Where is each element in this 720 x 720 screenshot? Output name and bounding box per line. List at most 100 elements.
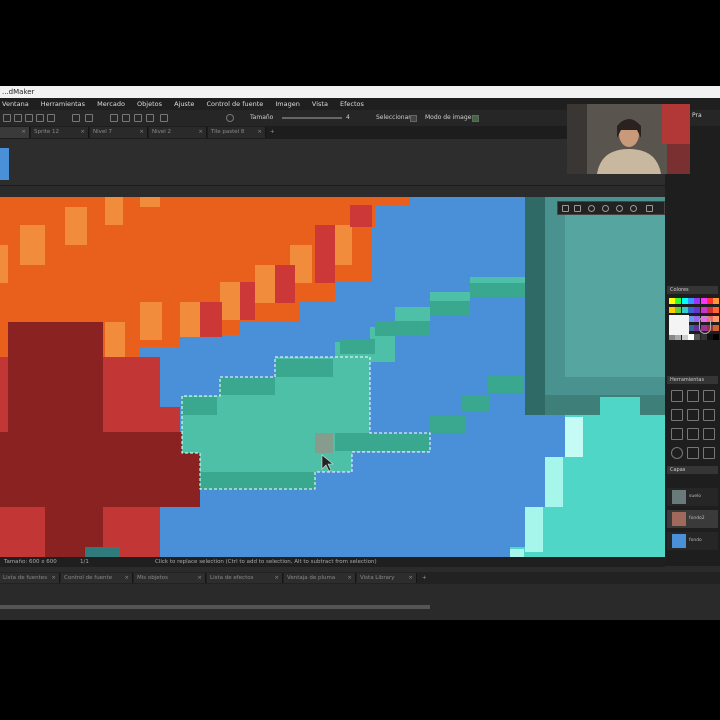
- color-swatch[interactable]: [706, 334, 713, 340]
- zoom-actual-icon[interactable]: [630, 205, 637, 212]
- select-icon[interactable]: [687, 428, 699, 440]
- close-icon[interactable]: ×: [139, 127, 144, 138]
- zoom-in-icon[interactable]: [110, 114, 118, 122]
- lasso-icon[interactable]: [14, 114, 22, 122]
- color-swatch[interactable]: [675, 307, 682, 313]
- color-swatch[interactable]: [675, 298, 682, 304]
- tab-tile[interactable]: Tile pastel 8 ×: [208, 127, 266, 138]
- close-icon[interactable]: ×: [274, 573, 279, 583]
- bottom-tab[interactable]: Lista de efectos ×: [207, 573, 283, 583]
- zoom-in-icon[interactable]: [588, 205, 595, 212]
- undo-icon[interactable]: [72, 114, 80, 122]
- close-icon[interactable]: ×: [124, 573, 129, 583]
- eraser-icon[interactable]: [687, 390, 699, 402]
- color-swatch[interactable]: [700, 298, 707, 304]
- close-icon[interactable]: ×: [21, 127, 26, 138]
- drawing-canvas[interactable]: [0, 197, 665, 557]
- menu-item[interactable]: Vista: [312, 100, 328, 108]
- color-swatch[interactable]: [713, 307, 720, 313]
- color-swatch[interactable]: [669, 298, 675, 304]
- grid-icon[interactable]: [160, 114, 168, 122]
- move-icon[interactable]: [687, 447, 699, 459]
- wrench-icon[interactable]: [226, 114, 234, 122]
- wand-icon[interactable]: [703, 428, 715, 440]
- color-swatch[interactable]: [681, 298, 688, 304]
- actual-size-icon[interactable]: [146, 114, 154, 122]
- bottom-tab[interactable]: Control de fuente ×: [61, 573, 133, 583]
- eyedropper-icon[interactable]: [671, 428, 683, 440]
- color-swatch[interactable]: [713, 316, 720, 322]
- color-swatch[interactable]: [700, 334, 707, 340]
- mode-checkbox[interactable]: [472, 115, 479, 122]
- transform-icon[interactable]: [703, 447, 715, 459]
- selection-checkbox[interactable]: [410, 115, 417, 122]
- color-swatch[interactable]: [694, 298, 701, 304]
- grid-icon[interactable]: [562, 205, 569, 212]
- menu-item[interactable]: Imagen: [275, 100, 299, 108]
- menu-item[interactable]: Ventana: [2, 100, 29, 108]
- bottom-tab[interactable]: Vista Library ×: [357, 573, 417, 583]
- color-swatch[interactable]: [713, 334, 720, 340]
- horizontal-scrollbar[interactable]: [0, 605, 430, 609]
- redo-icon[interactable]: [85, 114, 93, 122]
- close-icon[interactable]: ×: [197, 573, 202, 583]
- menu-item[interactable]: Efectos: [340, 100, 364, 108]
- size-value[interactable]: 4: [346, 110, 350, 126]
- fullscreen-icon[interactable]: [646, 205, 653, 212]
- size-slider[interactable]: [282, 117, 342, 119]
- crop-icon[interactable]: [36, 114, 44, 122]
- tab-nivel-7[interactable]: Nivel 7 ×: [90, 127, 148, 138]
- rect-select-icon[interactable]: [3, 114, 11, 122]
- color-swatch[interactable]: [694, 307, 701, 313]
- color-swatch[interactable]: [687, 307, 694, 313]
- close-icon[interactable]: ×: [80, 127, 85, 138]
- pixel-art[interactable]: [0, 197, 665, 557]
- new-tab-icon[interactable]: +: [270, 126, 275, 139]
- color-swatch[interactable]: [687, 298, 694, 304]
- tab-active[interactable]: ×: [0, 127, 30, 138]
- close-icon[interactable]: ×: [408, 573, 413, 583]
- color-swatch[interactable]: [706, 298, 713, 304]
- color-swatch[interactable]: [713, 325, 720, 331]
- zoom-out-icon[interactable]: [602, 205, 609, 212]
- color-swatch[interactable]: [713, 298, 720, 304]
- document-thumbnail[interactable]: [0, 148, 9, 180]
- magic-wand-icon[interactable]: [25, 114, 33, 122]
- bottom-tab[interactable]: Mis objetos ×: [134, 573, 206, 583]
- close-icon[interactable]: ×: [257, 127, 262, 138]
- new-tab-icon[interactable]: +: [422, 572, 427, 584]
- layer-name: fondo: [689, 538, 702, 543]
- menu-item[interactable]: Objetos: [137, 100, 162, 108]
- layer-item[interactable]: fondo2: [667, 510, 718, 528]
- bottom-tab[interactable]: Ventaja de pluma ×: [284, 573, 356, 583]
- rotate-icon[interactable]: [671, 447, 683, 459]
- zoom-out-icon[interactable]: [122, 114, 130, 122]
- color-swatch[interactable]: [681, 307, 688, 313]
- fit-icon[interactable]: [134, 114, 142, 122]
- menu-item[interactable]: Mercado: [97, 100, 125, 108]
- close-icon[interactable]: ×: [198, 127, 203, 138]
- color-swatch[interactable]: [694, 334, 701, 340]
- tab-nivel-2[interactable]: Nivel 2 ×: [149, 127, 207, 138]
- color-swatch[interactable]: [669, 307, 675, 313]
- primary-color[interactable]: [669, 315, 689, 335]
- layout-icon[interactable]: [574, 205, 581, 212]
- line-icon[interactable]: [703, 409, 715, 421]
- zoom-fit-icon[interactable]: [616, 205, 623, 212]
- pencil-icon[interactable]: [671, 390, 683, 402]
- fill-icon[interactable]: [671, 409, 683, 421]
- brush-icon[interactable]: [703, 390, 715, 402]
- tab-sprite[interactable]: Sprite 12 ×: [31, 127, 89, 138]
- bottom-tab[interactable]: Lista de fuentes ×: [0, 573, 60, 583]
- close-icon[interactable]: ×: [347, 573, 352, 583]
- menu-item[interactable]: Control de fuente: [206, 100, 263, 108]
- color-swatch[interactable]: [706, 307, 713, 313]
- layer-item[interactable]: suelo: [667, 488, 718, 506]
- shape-icon[interactable]: [687, 409, 699, 421]
- menu-item[interactable]: Ajuste: [174, 100, 194, 108]
- menu-item[interactable]: Herramientas: [41, 100, 85, 108]
- color-swatch[interactable]: [700, 307, 707, 313]
- move-icon[interactable]: [47, 114, 55, 122]
- close-icon[interactable]: ×: [51, 573, 56, 583]
- layer-item[interactable]: fondo: [667, 532, 718, 550]
